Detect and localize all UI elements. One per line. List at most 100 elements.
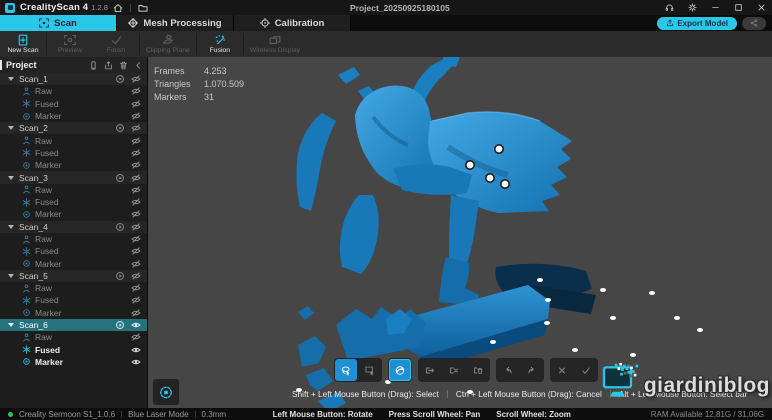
fusion-icon bbox=[214, 34, 226, 46]
discard-button[interactable] bbox=[551, 359, 573, 381]
locate-icon bbox=[115, 74, 125, 84]
sidebar-scan-scan_6[interactable]: Scan_6 bbox=[0, 319, 147, 331]
lasso-select-button[interactable] bbox=[335, 359, 357, 381]
sidebar-item-scan_1-marker[interactable]: Marker bbox=[0, 110, 147, 122]
sidebar-scan-scan_4[interactable]: Scan_4 bbox=[0, 221, 147, 233]
locate-icon bbox=[115, 222, 125, 232]
sidebar-item-scan_6-raw[interactable]: Raw bbox=[0, 331, 147, 343]
sidebar-item-scan_6-marker[interactable]: Marker bbox=[0, 356, 147, 368]
sidebar-item-scan_3-raw[interactable]: Raw bbox=[0, 184, 147, 196]
raw-type-icon bbox=[22, 333, 31, 342]
sidebar-scan-scan_2[interactable]: Scan_2 bbox=[0, 122, 147, 134]
eye-closed-icon bbox=[131, 222, 141, 232]
stat-row: Markers 31 bbox=[154, 91, 244, 104]
scan-marker bbox=[495, 145, 503, 153]
sidebar-item-scan_4-marker[interactable]: Marker bbox=[0, 257, 147, 269]
ground-marker bbox=[537, 278, 543, 282]
sidebar-header: Project bbox=[0, 57, 147, 73]
sidebar-scan-scan_5[interactable]: Scan_5 bbox=[0, 270, 147, 282]
toolbar-item-fusion[interactable]: Fusion bbox=[197, 31, 243, 57]
sphere-select-icon bbox=[395, 364, 405, 377]
maximize-button[interactable] bbox=[734, 3, 743, 12]
home-icon[interactable] bbox=[113, 3, 123, 13]
ground-marker bbox=[630, 353, 636, 357]
tab-calibration[interactable]: Calibration bbox=[234, 15, 351, 31]
item-label: Marker bbox=[35, 308, 131, 318]
stat-value: 31 bbox=[204, 91, 214, 104]
tab-scan[interactable]: Scan bbox=[0, 15, 117, 31]
sidebar-scan-scan_1[interactable]: Scan_1 bbox=[0, 73, 147, 85]
toolbar-item-label: Clipping Plane bbox=[146, 47, 190, 54]
collapse-panel-icon[interactable] bbox=[134, 61, 143, 70]
sidebar-item-scan_3-fused[interactable]: Fused bbox=[0, 196, 147, 208]
stat-value: 1.070.509 bbox=[204, 78, 244, 91]
discard-icon bbox=[557, 364, 567, 377]
delete-trash-icon[interactable] bbox=[119, 61, 128, 70]
sidebar-item-scan_4-raw[interactable]: Raw bbox=[0, 233, 147, 245]
redo-icon bbox=[527, 364, 537, 377]
expander-triangle-icon[interactable] bbox=[8, 323, 14, 327]
status-hint: Left Mouse Button: Rotate bbox=[273, 410, 373, 419]
sidebar-item-scan_2-raw[interactable]: Raw bbox=[0, 134, 147, 146]
sidebar-item-scan_2-fused[interactable]: Fused bbox=[0, 147, 147, 159]
device-phone-icon[interactable] bbox=[89, 61, 98, 70]
sidebar-item-scan_5-marker[interactable]: Marker bbox=[0, 307, 147, 319]
extract-selection-button[interactable] bbox=[419, 359, 441, 381]
eye-open-icon bbox=[131, 357, 141, 367]
sidebar-scan-scan_3[interactable]: Scan_3 bbox=[0, 171, 147, 183]
sidebar-item-scan_3-marker[interactable]: Marker bbox=[0, 208, 147, 220]
eye-closed-icon bbox=[131, 259, 141, 269]
sidebar-item-scan_2-marker[interactable]: Marker bbox=[0, 159, 147, 171]
toolbar-item-label: Wireless Display bbox=[250, 47, 300, 54]
stat-label: Markers bbox=[154, 91, 196, 104]
undo-button[interactable] bbox=[497, 359, 519, 381]
item-label: Fused bbox=[35, 246, 131, 256]
expander-triangle-icon[interactable] bbox=[8, 274, 14, 278]
toolbar-item-label: Finish bbox=[107, 47, 125, 54]
folder-icon[interactable] bbox=[138, 3, 148, 13]
toolbar-item-new-scan[interactable]: New Scan bbox=[0, 31, 46, 57]
expander-triangle-icon[interactable] bbox=[8, 225, 14, 229]
eye-closed-icon bbox=[131, 234, 141, 244]
sidebar-item-scan_5-fused[interactable]: Fused bbox=[0, 294, 147, 306]
sidebar-item-scan_1-raw[interactable]: Raw bbox=[0, 85, 147, 97]
confirm-button[interactable] bbox=[575, 359, 597, 381]
cancel-selection-button[interactable] bbox=[443, 359, 465, 381]
eye-closed-icon bbox=[131, 74, 141, 84]
delete-selection-button[interactable] bbox=[467, 359, 489, 381]
3d-viewport[interactable]: Frames4.253Triangles1.070.509Markers31 S… bbox=[148, 57, 772, 408]
item-label: Raw bbox=[35, 283, 131, 293]
sidebar-item-scan_4-fused[interactable]: Fused bbox=[0, 245, 147, 257]
rectangle-select-icon bbox=[365, 364, 375, 377]
fused-type-icon bbox=[22, 198, 31, 207]
close-button[interactable] bbox=[757, 3, 766, 12]
export-model-button[interactable]: Export Model bbox=[657, 17, 737, 30]
tab-mesh-processing[interactable]: Mesh Processing bbox=[117, 15, 234, 31]
expander-triangle-icon[interactable] bbox=[8, 77, 14, 81]
rectangle-select-button[interactable] bbox=[359, 359, 381, 381]
project-sidebar: Project Scan_1RawFusedMarkerScan_2RawFus… bbox=[0, 57, 148, 408]
undo-icon bbox=[503, 364, 513, 377]
sidebar-item-scan_5-raw[interactable]: Raw bbox=[0, 282, 147, 294]
recenter-view-button[interactable] bbox=[153, 379, 179, 405]
main-toolbar: New ScanPreviewFinishClipping PlaneFusio… bbox=[0, 31, 772, 57]
item-label: Fused bbox=[35, 99, 131, 109]
sidebar-item-scan_1-fused[interactable]: Fused bbox=[0, 98, 147, 110]
expander-triangle-icon[interactable] bbox=[8, 176, 14, 180]
support-headset-icon[interactable] bbox=[665, 3, 674, 12]
stat-value: 4.253 bbox=[204, 65, 227, 78]
mesh-icon bbox=[128, 18, 138, 28]
export-project-icon[interactable] bbox=[104, 61, 113, 70]
expander-triangle-icon[interactable] bbox=[8, 126, 14, 130]
share-button[interactable] bbox=[742, 17, 766, 30]
project-name: Project_20250925180105 bbox=[350, 0, 450, 15]
sidebar-item-scan_6-fused[interactable]: Fused bbox=[0, 344, 147, 356]
minimize-button[interactable] bbox=[711, 3, 720, 12]
ground-marker bbox=[545, 298, 551, 302]
settings-gear-icon[interactable] bbox=[688, 3, 697, 12]
item-label: Fused bbox=[35, 345, 131, 355]
redo-button[interactable] bbox=[521, 359, 543, 381]
sphere-select-button[interactable] bbox=[389, 359, 411, 381]
item-label: Marker bbox=[35, 160, 131, 170]
fused-type-icon bbox=[22, 345, 31, 354]
